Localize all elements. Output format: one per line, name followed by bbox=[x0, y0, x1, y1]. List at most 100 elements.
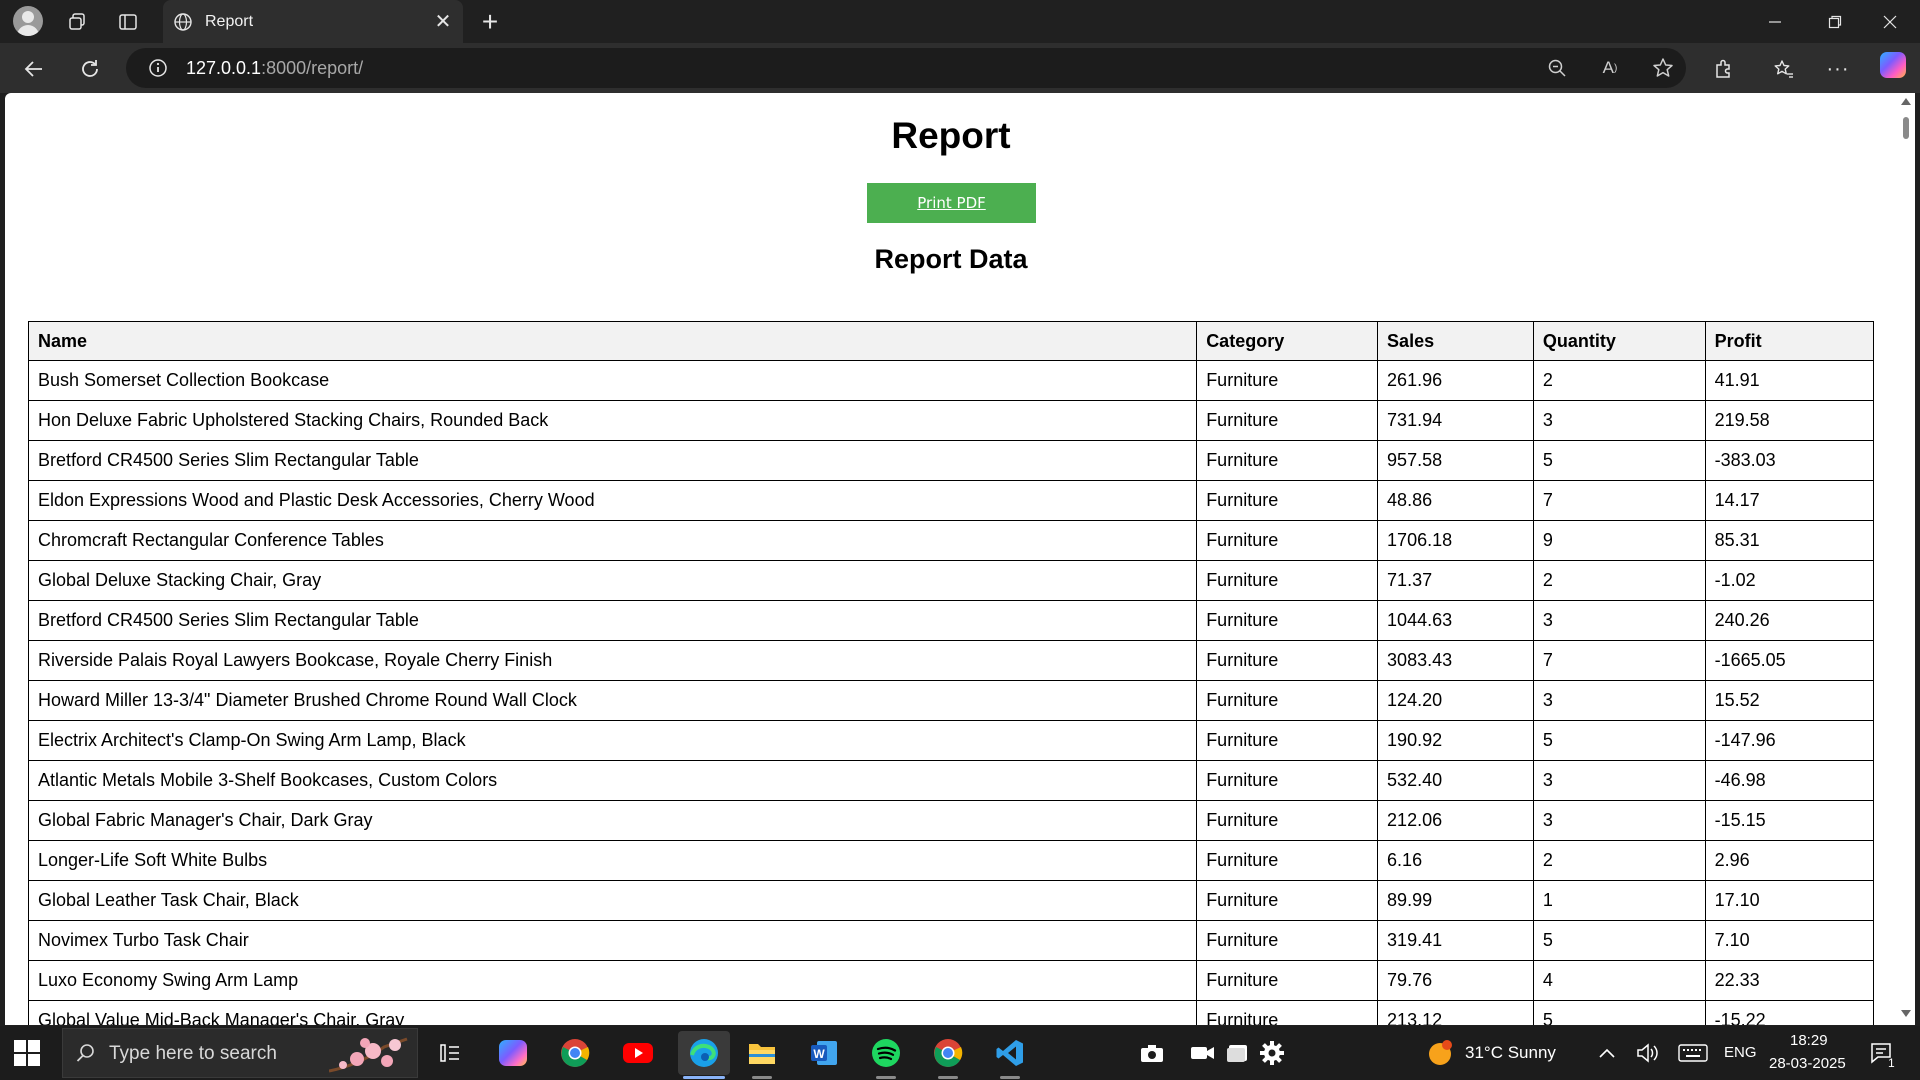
video-tray-icon[interactable] bbox=[1183, 1033, 1223, 1073]
vscode-icon[interactable] bbox=[990, 1033, 1030, 1073]
more-options-icon[interactable]: ··· bbox=[1821, 52, 1855, 86]
report-data-heading: Report Data bbox=[874, 244, 1028, 274]
language-indicator[interactable]: ENG bbox=[1724, 1044, 1757, 1061]
url-host: 127.0.0.1 bbox=[186, 58, 262, 78]
cell-name: Novimex Turbo Task Chair bbox=[27, 920, 1198, 961]
active-tab[interactable]: Report ✕ bbox=[163, 0, 463, 43]
copilot-icon[interactable] bbox=[1880, 52, 1906, 78]
workspaces-icon[interactable] bbox=[62, 6, 94, 38]
cell-sales: 89.99 bbox=[1377, 880, 1534, 921]
cell-quantity: 5 bbox=[1532, 1000, 1706, 1025]
spotify-icon[interactable] bbox=[866, 1033, 906, 1073]
clock-time[interactable]: 18:29 bbox=[1790, 1032, 1828, 1049]
cell-category: Furniture bbox=[1196, 520, 1379, 561]
chrome-profile-icon[interactable] bbox=[928, 1033, 968, 1073]
page-scrollbar[interactable] bbox=[1897, 93, 1915, 1025]
clock-date[interactable]: 28-03-2025 bbox=[1769, 1055, 1846, 1072]
file-explorer-icon[interactable] bbox=[742, 1033, 782, 1073]
cell-profit: -1665.05 bbox=[1704, 640, 1875, 681]
restore-icon[interactable] bbox=[1805, 0, 1865, 43]
close-tab-icon[interactable]: ✕ bbox=[429, 8, 457, 36]
column-header-profit: Profit bbox=[1704, 321, 1875, 361]
edge-icon[interactable] bbox=[678, 1031, 730, 1075]
cell-sales: 3083.43 bbox=[1377, 640, 1534, 681]
cell-profit: 219.58 bbox=[1704, 400, 1875, 441]
chrome-icon[interactable] bbox=[555, 1033, 595, 1073]
show-hidden-icons-chevron-icon[interactable] bbox=[1587, 1033, 1627, 1073]
profile-avatar-icon[interactable] bbox=[13, 6, 43, 36]
cell-sales: 261.96 bbox=[1377, 360, 1534, 401]
keyboard-icon[interactable] bbox=[1673, 1033, 1713, 1073]
table-row: Electrix Architect's Clamp-On Swing Arm … bbox=[27, 720, 1875, 761]
print-pdf-link[interactable]: Print PDF bbox=[917, 194, 986, 212]
new-tab-icon[interactable]: + bbox=[474, 6, 506, 38]
navigation-bar: 127.0.0.1:8000/report/ A) ··· bbox=[0, 43, 1920, 93]
volume-icon[interactable] bbox=[1628, 1033, 1668, 1073]
task-view-icon[interactable] bbox=[430, 1033, 470, 1073]
weather-text[interactable]: 31°C Sunny bbox=[1465, 1043, 1556, 1063]
taskbar-search-box[interactable]: Type here to search bbox=[62, 1028, 418, 1078]
table-row: Hon Deluxe Fabric Upholstered Stacking C… bbox=[27, 400, 1875, 441]
scroll-up-icon[interactable] bbox=[1901, 98, 1911, 105]
table-row: Novimex Turbo Task Chair Furniture 319.41 5… bbox=[27, 920, 1875, 961]
cell-category: Furniture bbox=[1196, 1000, 1379, 1025]
site-info-icon[interactable] bbox=[143, 53, 173, 83]
cell-sales: 731.94 bbox=[1377, 400, 1534, 441]
cell-category: Furniture bbox=[1196, 360, 1379, 401]
cell-profit: 240.26 bbox=[1704, 600, 1875, 641]
table-row: Bretford CR4500 Series Slim Rectangular … bbox=[27, 600, 1875, 641]
favorites-icon[interactable] bbox=[1767, 52, 1801, 86]
youtube-icon[interactable] bbox=[618, 1033, 658, 1073]
cell-name: Global Fabric Manager's Chair, Dark Gray bbox=[27, 800, 1198, 841]
read-aloud-icon[interactable]: A) bbox=[1595, 53, 1625, 83]
extensions-icon[interactable] bbox=[1707, 52, 1741, 86]
cell-profit: -147.96 bbox=[1704, 720, 1875, 761]
minimize-icon[interactable] bbox=[1745, 0, 1805, 43]
cell-category: Furniture bbox=[1196, 400, 1379, 441]
cell-sales: 213.12 bbox=[1377, 1000, 1534, 1025]
scroll-down-icon[interactable] bbox=[1901, 1010, 1911, 1017]
notifications-icon[interactable] bbox=[1862, 1033, 1902, 1073]
cell-sales: 124.20 bbox=[1377, 680, 1534, 721]
search-icon bbox=[75, 1042, 97, 1069]
cell-sales: 212.06 bbox=[1377, 800, 1534, 841]
windows-start-icon[interactable] bbox=[14, 1040, 40, 1066]
cell-sales: 532.40 bbox=[1377, 760, 1534, 801]
cell-sales: 79.76 bbox=[1377, 960, 1534, 1001]
cell-profit: -15.22 bbox=[1704, 1000, 1875, 1025]
cell-sales: 71.37 bbox=[1377, 560, 1534, 601]
weather-sun-icon[interactable] bbox=[1420, 1033, 1460, 1073]
cell-profit: -1.02 bbox=[1704, 560, 1875, 601]
cell-quantity: 9 bbox=[1532, 520, 1706, 561]
cell-quantity: 3 bbox=[1532, 400, 1706, 441]
cell-sales: 1044.63 bbox=[1377, 600, 1534, 641]
cell-quantity: 3 bbox=[1532, 760, 1706, 801]
print-pdf-button[interactable]: Print PDF bbox=[867, 183, 1036, 223]
cell-quantity: 2 bbox=[1532, 560, 1706, 601]
edge-active-indicator bbox=[683, 1076, 725, 1079]
word-icon[interactable]: W bbox=[804, 1033, 844, 1073]
table-row: Eldon Expressions Wood and Plastic Desk … bbox=[27, 480, 1875, 521]
cell-sales: 190.92 bbox=[1377, 720, 1534, 761]
close-window-icon[interactable] bbox=[1860, 0, 1920, 43]
spotify-open-indicator bbox=[876, 1076, 896, 1079]
camera-tray-icon[interactable] bbox=[1132, 1033, 1172, 1073]
vertical-tabs-icon[interactable] bbox=[112, 6, 144, 38]
refresh-icon[interactable] bbox=[73, 52, 107, 86]
back-icon[interactable] bbox=[17, 52, 51, 86]
cell-name: Riverside Palais Royal Lawyers Bookcase,… bbox=[27, 640, 1198, 681]
tab-title: Report bbox=[205, 12, 254, 30]
scrollbar-thumb[interactable] bbox=[1903, 117, 1909, 139]
url-text[interactable]: 127.0.0.1:8000/report/ bbox=[186, 58, 363, 79]
zoom-out-icon[interactable] bbox=[1542, 53, 1572, 83]
settings-gear-icon[interactable] bbox=[1252, 1033, 1292, 1073]
cell-profit: 7.10 bbox=[1704, 920, 1875, 961]
cell-sales: 319.41 bbox=[1377, 920, 1534, 961]
cell-quantity: 7 bbox=[1532, 480, 1706, 521]
cell-name: Hon Deluxe Fabric Upholstered Stacking C… bbox=[27, 400, 1198, 441]
cell-quantity: 1 bbox=[1532, 880, 1706, 921]
favorite-star-icon[interactable] bbox=[1648, 53, 1678, 83]
copilot-taskbar-icon[interactable] bbox=[493, 1033, 533, 1073]
address-bar[interactable]: 127.0.0.1:8000/report/ A) bbox=[126, 48, 1686, 88]
cell-profit: 15.52 bbox=[1704, 680, 1875, 721]
